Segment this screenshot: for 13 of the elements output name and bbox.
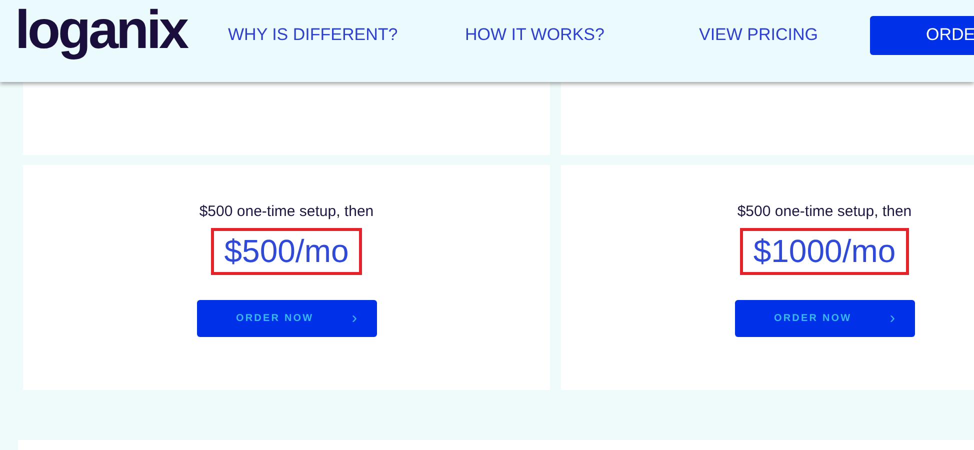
price: $500/mo xyxy=(211,228,362,275)
order-now-button[interactable]: ORDER NOW › xyxy=(196,300,376,337)
nav-link[interactable]: VIEW PRICING xyxy=(699,25,870,45)
order-button[interactable]: ORDE xyxy=(870,16,974,54)
chevron-icon: › xyxy=(890,310,896,328)
nav-link[interactable]: HOW IT WORKS? xyxy=(465,25,699,45)
order-now-button[interactable]: ORDER NOW › xyxy=(734,300,914,337)
price: $1000/mo xyxy=(740,228,909,275)
setup-text: $500 one-time setup, then xyxy=(737,203,912,220)
nav-link[interactable]: WHY IS DIFFERENT? xyxy=(228,25,465,45)
chevron-icon: › xyxy=(352,310,358,328)
setup-text: $500 one-time setup, then xyxy=(199,203,374,220)
logo[interactable]: loganix xyxy=(15,0,185,61)
